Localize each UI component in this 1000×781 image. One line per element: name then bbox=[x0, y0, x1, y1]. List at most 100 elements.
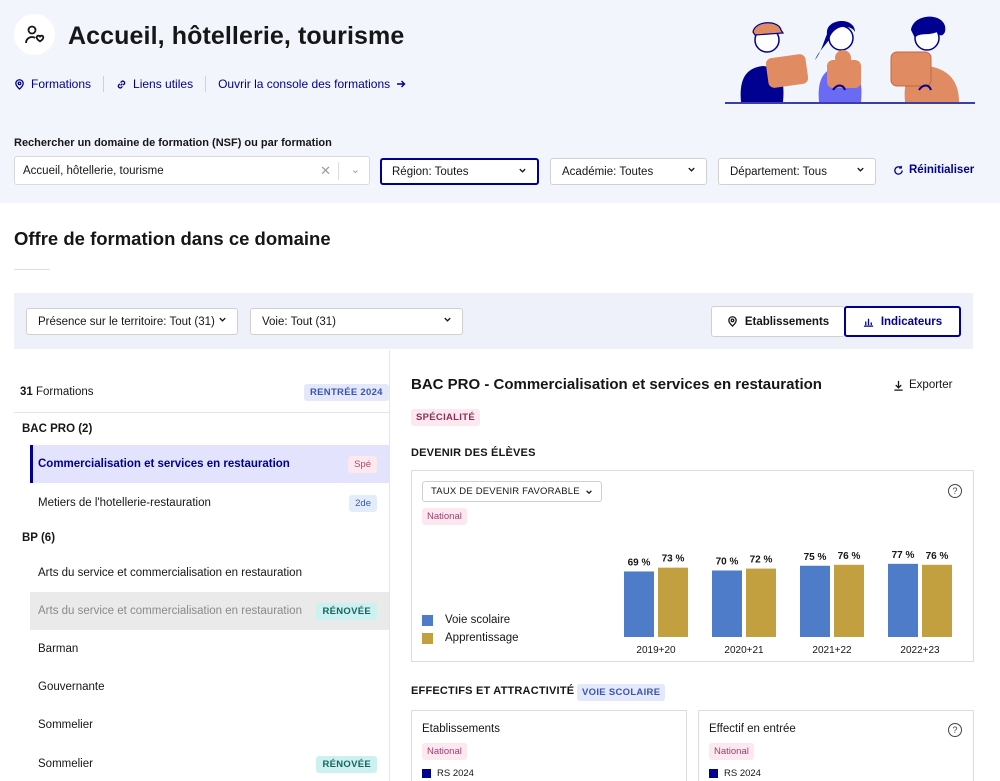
chevron-down-icon bbox=[687, 165, 696, 177]
list-item[interactable]: Sommelier RÉNOVÉE bbox=[30, 745, 389, 781]
data-label: 73 % bbox=[662, 554, 685, 565]
presence-select-label: Présence sur le territoire: Tout (31) bbox=[38, 315, 215, 328]
chevron-down-icon bbox=[443, 315, 452, 327]
bar-chart-icon bbox=[863, 318, 873, 327]
x-tick-label: 2022+23 bbox=[900, 645, 940, 656]
indicator-select[interactable]: TAUX DE DEVENIR FAVORABLE bbox=[422, 481, 602, 502]
formations-count: 31 Formations bbox=[20, 386, 94, 398]
nav-divider bbox=[205, 76, 207, 92]
tag-renovee: RÉNOVÉE bbox=[316, 602, 377, 620]
voie-select[interactable]: Voie: Tout (31) bbox=[250, 308, 463, 335]
chevron-down-icon[interactable]: ⌄ bbox=[351, 163, 360, 176]
specialite-badge: SPÉCIALITÉ bbox=[411, 409, 480, 426]
chevron-down-icon bbox=[856, 165, 865, 177]
map-pin-icon bbox=[728, 316, 737, 327]
arrow-right-icon bbox=[397, 80, 406, 88]
help-icon[interactable]: ? bbox=[948, 723, 962, 737]
presence-select[interactable]: Présence sur le territoire: Tout (31) bbox=[26, 308, 238, 335]
national-badge: National bbox=[422, 743, 467, 760]
bar-apprentissage bbox=[834, 564, 864, 637]
x-tick-label: 2020+21 bbox=[724, 645, 764, 656]
help-icon[interactable]: ? bbox=[948, 484, 962, 498]
national-badge: National bbox=[709, 743, 754, 760]
formations-link-label: Formations bbox=[31, 77, 92, 91]
rentree-badge: RENTRÉE 2024 bbox=[304, 384, 389, 401]
legend-label: Voie scolaire bbox=[445, 614, 511, 626]
list-item[interactable]: Commercialisation et services en restaur… bbox=[30, 445, 389, 483]
card-title: Etablissements bbox=[422, 723, 500, 735]
etablissements-card: Etablissements National RS 2024 bbox=[411, 710, 687, 781]
domain-icon bbox=[14, 14, 55, 55]
data-label: 70 % bbox=[716, 557, 739, 568]
formations-link[interactable]: Formations bbox=[14, 77, 91, 91]
devenir-chart-card: TAUX DE DEVENIR FAVORABLE ? National Voi… bbox=[411, 470, 974, 662]
bar-apprentissage bbox=[746, 568, 776, 637]
section-divider bbox=[14, 269, 50, 270]
header-nav: Formations Liens utiles Ouvrir la consol… bbox=[14, 76, 406, 92]
console-link[interactable]: Ouvrir la console des formations bbox=[218, 77, 406, 91]
formation-title: BAC PRO - Commercialisation et services … bbox=[411, 376, 822, 393]
nav-divider bbox=[103, 76, 105, 92]
x-tick-label: 2019+20 bbox=[636, 645, 676, 656]
list-item[interactable]: Arts du service et commercialisation en … bbox=[30, 554, 389, 592]
legend-swatch bbox=[422, 614, 433, 626]
list-item[interactable]: Sommelier bbox=[30, 706, 389, 744]
etablissements-toggle[interactable]: Etablissements bbox=[711, 306, 845, 337]
academie-select[interactable]: Académie: Toutes bbox=[550, 158, 707, 185]
header: Accueil, hôtellerie, tourisme Formations… bbox=[0, 0, 1000, 203]
export-button[interactable]: Exporter bbox=[893, 379, 952, 391]
chevron-down-icon bbox=[218, 315, 227, 327]
list-item-label: Sommelier bbox=[38, 719, 93, 731]
chart-legend: Voie scolaire Apprentissage bbox=[422, 611, 519, 647]
data-label: 77 % bbox=[892, 550, 915, 561]
group-title-bp: BP (6) bbox=[22, 532, 56, 544]
refresh-icon bbox=[894, 165, 903, 175]
legend-swatch bbox=[709, 769, 718, 778]
reset-button[interactable]: Réinitialiser bbox=[893, 164, 974, 176]
legend-item-rs-2024: RS 2024 bbox=[422, 768, 474, 779]
card-title: Effectif en entrée bbox=[709, 723, 796, 735]
download-icon bbox=[894, 380, 903, 391]
list-item[interactable]: Arts du service et commercialisation en … bbox=[30, 592, 389, 630]
search-label: Rechercher un domaine de formation (NSF)… bbox=[14, 137, 332, 149]
data-label: 69 % bbox=[628, 557, 651, 568]
column-divider bbox=[389, 350, 390, 781]
group-title-bac-pro: BAC PRO (2) bbox=[22, 423, 93, 435]
chevron-down-icon bbox=[518, 166, 527, 178]
indicator-select-label: TAUX DE DEVENIR FAVORABLE bbox=[431, 486, 580, 497]
search-divider bbox=[338, 162, 339, 180]
formations-count-label: Formations bbox=[36, 386, 94, 398]
tag-2de: 2de bbox=[349, 494, 377, 512]
page-title: Accueil, hôtellerie, tourisme bbox=[68, 22, 405, 50]
legend-label: RS 2024 bbox=[724, 768, 761, 779]
search-input[interactable]: Accueil, hôtellerie, tourisme ✕ ⌄ bbox=[14, 156, 370, 185]
list-item-label: Metiers de l'hotellerie-restauration bbox=[38, 497, 211, 509]
clear-icon[interactable]: ✕ bbox=[320, 163, 331, 179]
list-item[interactable]: Metiers de l'hotellerie-restauration 2de bbox=[30, 484, 389, 522]
list-item-label: Arts du service et commercialisation en … bbox=[38, 605, 302, 617]
chevron-down-icon bbox=[585, 489, 592, 494]
indicateurs-toggle[interactable]: Indicateurs bbox=[844, 306, 961, 337]
legend-swatch bbox=[422, 769, 431, 778]
region-select-label: Région: Toutes bbox=[392, 165, 469, 178]
list-item[interactable]: Barman bbox=[30, 630, 389, 668]
formations-count-number: 31 bbox=[20, 386, 33, 398]
tag-spe: Spé bbox=[348, 455, 377, 473]
bar-voie-scolaire bbox=[800, 565, 830, 637]
national-badge: National bbox=[422, 508, 467, 525]
list-item-label: Gouvernante bbox=[38, 681, 105, 693]
legend-item-voie-scolaire: Voie scolaire bbox=[422, 611, 519, 629]
liens-utiles-link[interactable]: Liens utiles bbox=[116, 77, 193, 91]
bar-voie-scolaire bbox=[712, 570, 742, 637]
export-button-label: Exporter bbox=[909, 379, 953, 391]
bar-voie-scolaire bbox=[888, 563, 918, 637]
region-select[interactable]: Région: Toutes bbox=[380, 158, 539, 185]
departement-select[interactable]: Département: Tous bbox=[718, 158, 876, 185]
list-item-label: Commercialisation et services en restaur… bbox=[38, 458, 290, 470]
reset-button-label: Réinitialiser bbox=[909, 164, 975, 176]
legend-item-rs-2024: RS 2024 bbox=[709, 768, 761, 779]
map-pin-icon bbox=[15, 78, 24, 90]
devenir-title: DEVENIR DES ÉLÈVES bbox=[411, 447, 536, 459]
data-label: 75 % bbox=[804, 552, 827, 563]
list-item[interactable]: Gouvernante bbox=[30, 668, 389, 706]
